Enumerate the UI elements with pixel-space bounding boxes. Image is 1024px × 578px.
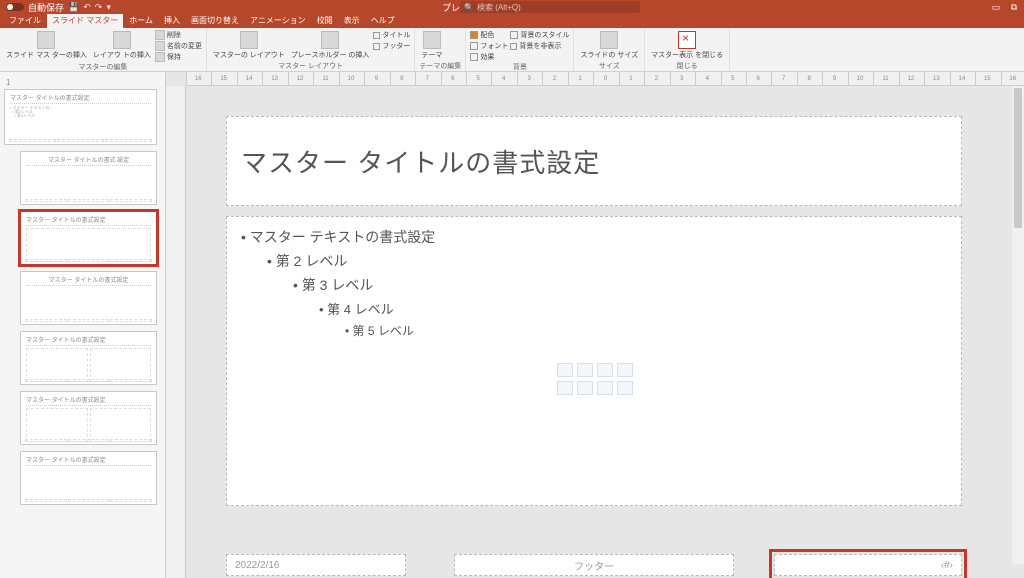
slide-master-thumbnail[interactable]: マスター タイトルの書式設定 • マスター テキストの… • 第2レベル • 第…: [4, 89, 157, 145]
footer-checkbox[interactable]: フッター: [373, 41, 410, 51]
colors-button[interactable]: 配色: [470, 30, 508, 40]
delete-button[interactable]: 削除: [155, 30, 202, 40]
icon-icon[interactable]: [617, 381, 633, 395]
autosave-label: 自動保存: [28, 1, 64, 14]
rename-button[interactable]: 名前の変更: [155, 41, 202, 51]
tab-view[interactable]: 表示: [339, 13, 365, 28]
level5-text: 第 5 レベル: [241, 320, 947, 341]
vertical-ruler: [166, 86, 186, 578]
tab-file[interactable]: ファイル: [4, 13, 46, 28]
search-box[interactable]: 🔍 検索 (Alt+Q): [460, 1, 640, 13]
ribbon-group-size: スライドの サイズ サイズ: [574, 28, 645, 71]
titlebar: 自動保存 💾 ↶ ↷ ▾ プレゼンテーション1 - PowerPoint 🔍 検…: [0, 0, 1024, 14]
undo-icon[interactable]: ↶: [83, 2, 91, 13]
ribbon-group-close: ×マスター表示 を閉じる 閉じる: [645, 28, 730, 71]
save-icon[interactable]: 💾: [68, 2, 79, 13]
thumbnail-pane[interactable]: 1 マスター タイトルの書式設定 • マスター テキストの… • 第2レベル •…: [0, 72, 166, 578]
hide-background-checkbox[interactable]: 背景を非表示: [510, 41, 569, 51]
tab-insert[interactable]: 挿入: [159, 13, 185, 28]
slide-size-button[interactable]: スライドの サイズ: [578, 30, 640, 61]
master-layout-button[interactable]: マスターの レイアウト: [211, 30, 287, 61]
layout-thumbnail[interactable]: マスター タイトルの書式設定: [20, 271, 157, 325]
picture-icon[interactable]: [557, 381, 573, 395]
layout-thumbnail[interactable]: マスター タイトルの書式 設定: [20, 151, 157, 205]
slide-number-placeholder[interactable]: ‹#›: [774, 554, 962, 576]
preserve-button[interactable]: 保持: [155, 52, 202, 62]
insert-slide-master-button[interactable]: スライド マス ターの挿入: [4, 30, 89, 61]
content-placeholder-icons[interactable]: [557, 363, 633, 395]
autosave-toggle[interactable]: [6, 3, 24, 11]
slide-number-text: ‹#›: [941, 560, 953, 571]
close-master-view-button[interactable]: ×マスター表示 を閉じる: [649, 30, 725, 61]
ribbon-group-master-edit: スライド マス ターの挿入 レイアウ トの挿入 削除 名前の変更 保持 マスター…: [0, 28, 207, 71]
group-label: 閉じる: [649, 61, 725, 71]
group-label: マスター レイアウト: [211, 61, 411, 71]
tab-animations[interactable]: アニメーション: [245, 13, 311, 28]
insert-placeholder-button[interactable]: プレースホルダー の挿入: [289, 30, 372, 61]
chart-icon[interactable]: [577, 363, 593, 377]
level1-text: マスター テキストの書式設定: [241, 225, 947, 249]
effects-button[interactable]: 効果: [470, 52, 508, 62]
scrollbar-thumb[interactable]: [1014, 88, 1022, 228]
ribbon-group-master-layout: マスターの レイアウト プレースホルダー の挿入 タイトル フッター マスター …: [207, 28, 416, 71]
work-area: 1 マスター タイトルの書式設定 • マスター テキストの… • 第2レベル •…: [0, 72, 1024, 578]
title-placeholder[interactable]: マスター タイトルの書式設定: [226, 116, 962, 206]
slide-editor[interactable]: 1615141312111098765432101234567891011121…: [166, 72, 1024, 578]
search-placeholder: 検索 (Alt+Q): [477, 2, 521, 13]
footer-placeholder[interactable]: フッター: [454, 554, 734, 576]
fonts-button[interactable]: フォント: [470, 41, 508, 51]
level3-text: 第 3 レベル: [241, 273, 947, 297]
ribbon: スライド マス ターの挿入 レイアウ トの挿入 削除 名前の変更 保持 マスター…: [0, 28, 1024, 72]
layout-thumbnail[interactable]: マスター タイトルの書式設定: [20, 391, 157, 445]
layout-thumbnail-selected[interactable]: マスター タイトルの書式設定: [20, 211, 157, 265]
tab-help[interactable]: ヘルプ: [366, 13, 400, 28]
date-placeholder[interactable]: 2022/2/16: [226, 554, 406, 576]
qat-more-icon[interactable]: ▾: [106, 2, 111, 13]
group-label: テーマの編集: [419, 61, 461, 71]
video-icon[interactable]: [597, 381, 613, 395]
smartart-icon[interactable]: [597, 363, 613, 377]
tab-home[interactable]: ホーム: [124, 13, 158, 28]
layout-thumbnail[interactable]: マスター タイトルの書式設定: [20, 331, 157, 385]
vertical-scrollbar[interactable]: [1012, 86, 1024, 564]
themes-button[interactable]: テーマ: [419, 30, 444, 61]
3d-model-icon[interactable]: [617, 363, 633, 377]
redo-icon[interactable]: ↷: [95, 2, 103, 13]
window-restore-icon[interactable]: ⧉: [1008, 2, 1020, 12]
footer-text: フッター: [574, 558, 614, 573]
master-number: 1: [6, 78, 157, 87]
insert-layout-button[interactable]: レイアウ トの挿入: [91, 30, 153, 61]
layout-thumbnail[interactable]: マスター タイトルの書式設定: [20, 451, 157, 505]
slide-canvas: マスター タイトルの書式設定 マスター テキストの書式設定 第 2 レベル 第 …: [226, 116, 962, 576]
tab-transitions[interactable]: 画面切り替え: [186, 13, 244, 28]
background-styles-button[interactable]: 背景のスタイル: [510, 30, 569, 40]
online-picture-icon[interactable]: [577, 381, 593, 395]
level4-text: 第 4 レベル: [241, 297, 947, 320]
ribbon-group-background: 配色 フォント 効果 背景のスタイル 背景を非表示 背景: [466, 28, 574, 71]
search-icon: 🔍: [464, 3, 474, 12]
ribbon-tabs: ファイル スライド マスター ホーム 挿入 画面切り替え アニメーション 校閲 …: [0, 14, 1024, 28]
group-label: 背景: [470, 62, 569, 72]
table-icon[interactable]: [557, 363, 573, 377]
level2-text: 第 2 レベル: [241, 249, 947, 273]
group-label: マスターの編集: [4, 62, 202, 72]
horizontal-ruler: 1615141312111098765432101234567891011121…: [186, 72, 1024, 86]
title-text: マスター タイトルの書式設定: [241, 143, 600, 180]
ribbon-group-themes: テーマ テーマの編集: [415, 28, 466, 71]
tab-slide-master[interactable]: スライド マスター: [47, 13, 123, 28]
tab-review[interactable]: 校閲: [312, 13, 338, 28]
title-checkbox[interactable]: タイトル: [373, 30, 410, 40]
date-text: 2022/2/16: [235, 560, 280, 571]
body-placeholder[interactable]: マスター テキストの書式設定 第 2 レベル 第 3 レベル 第 4 レベル 第…: [226, 216, 962, 506]
group-label: サイズ: [578, 61, 640, 71]
ribbon-options-icon[interactable]: ▭: [990, 2, 1002, 12]
